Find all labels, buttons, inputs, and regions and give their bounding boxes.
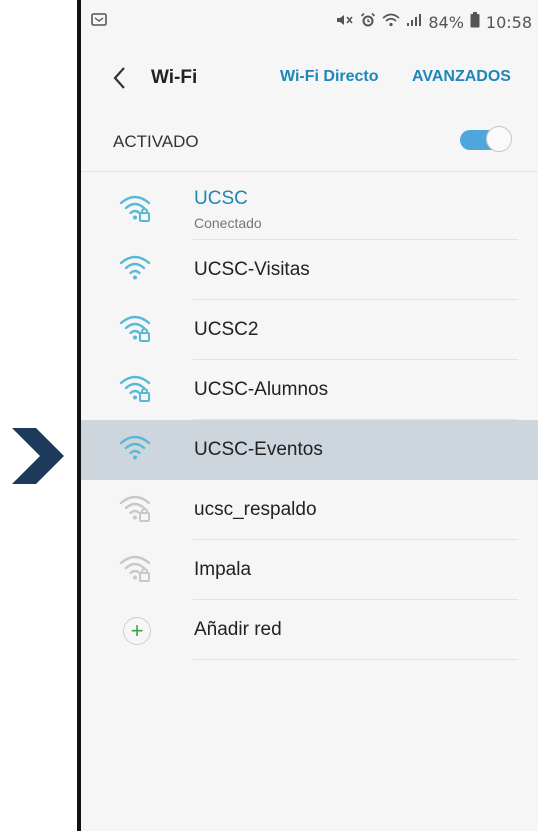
wifi-locked-icon [118, 492, 158, 528]
network-row[interactable]: UCSC Conectado [81, 180, 538, 240]
signal-icon [406, 13, 422, 31]
network-row[interactable]: UCSC-Alumnos [81, 360, 538, 420]
status-bar: 84% 10:58 [81, 0, 538, 44]
network-row[interactable]: UCSC-Visitas [81, 240, 538, 300]
network-name: UCSC [194, 188, 248, 209]
chevron-left-icon [113, 67, 125, 89]
network-name: Impala [194, 559, 252, 580]
battery-icon [470, 12, 480, 32]
wifi-toggle-label: ACTIVADO [113, 132, 199, 151]
back-button[interactable] [105, 60, 133, 96]
wifi-locked-icon [118, 372, 158, 408]
wifi-toggle-row[interactable]: ACTIVADO [81, 112, 538, 172]
network-row[interactable]: ucsc_respaldo [81, 480, 538, 540]
wifi-icon [118, 432, 158, 468]
wifi-locked-icon [118, 192, 158, 228]
pointer-arrow-icon [12, 428, 64, 484]
network-row[interactable]: Impala [81, 540, 538, 600]
wifi-locked-icon [118, 312, 158, 348]
wifi-icon [118, 252, 158, 288]
divider [193, 659, 518, 660]
add-network-label: Añadir red [194, 619, 282, 640]
network-status: Conectado [194, 215, 262, 231]
add-network-row[interactable]: + Añadir red [81, 600, 538, 660]
status-icons: 84% 10:58 [336, 12, 532, 32]
battery-percent: 84% [428, 12, 464, 32]
network-name: UCSC-Alumnos [194, 379, 329, 400]
screenshot-notification-icon [91, 13, 107, 31]
network-name: ucsc_respaldo [194, 499, 317, 520]
wifi-locked-icon [118, 552, 158, 588]
network-name: UCSC-Visitas [194, 259, 310, 280]
app-bar: Wi-Fi Wi-Fi Directo AVANZADOS [81, 48, 538, 108]
wifi-status-icon [382, 13, 400, 31]
clock: 10:58 [485, 12, 532, 32]
advanced-link[interactable]: AVANZADOS [412, 68, 511, 86]
add-icon: + [123, 617, 151, 645]
page-title: Wi-Fi [151, 67, 198, 88]
alarm-icon [360, 12, 376, 32]
wifi-toggle-switch[interactable] [460, 126, 512, 154]
mute-icon [336, 13, 354, 31]
network-name: UCSC-Eventos [194, 439, 323, 460]
network-row-selected[interactable]: UCSC-Eventos [81, 420, 538, 480]
toggle-knob [486, 126, 512, 152]
wifi-direct-link[interactable]: Wi-Fi Directo [280, 68, 379, 86]
network-row[interactable]: UCSC2 [81, 300, 538, 360]
phone-screen: 84% 10:58 Wi-Fi Wi-Fi Directo AVANZADOS … [77, 0, 538, 831]
network-name: UCSC2 [194, 319, 259, 340]
